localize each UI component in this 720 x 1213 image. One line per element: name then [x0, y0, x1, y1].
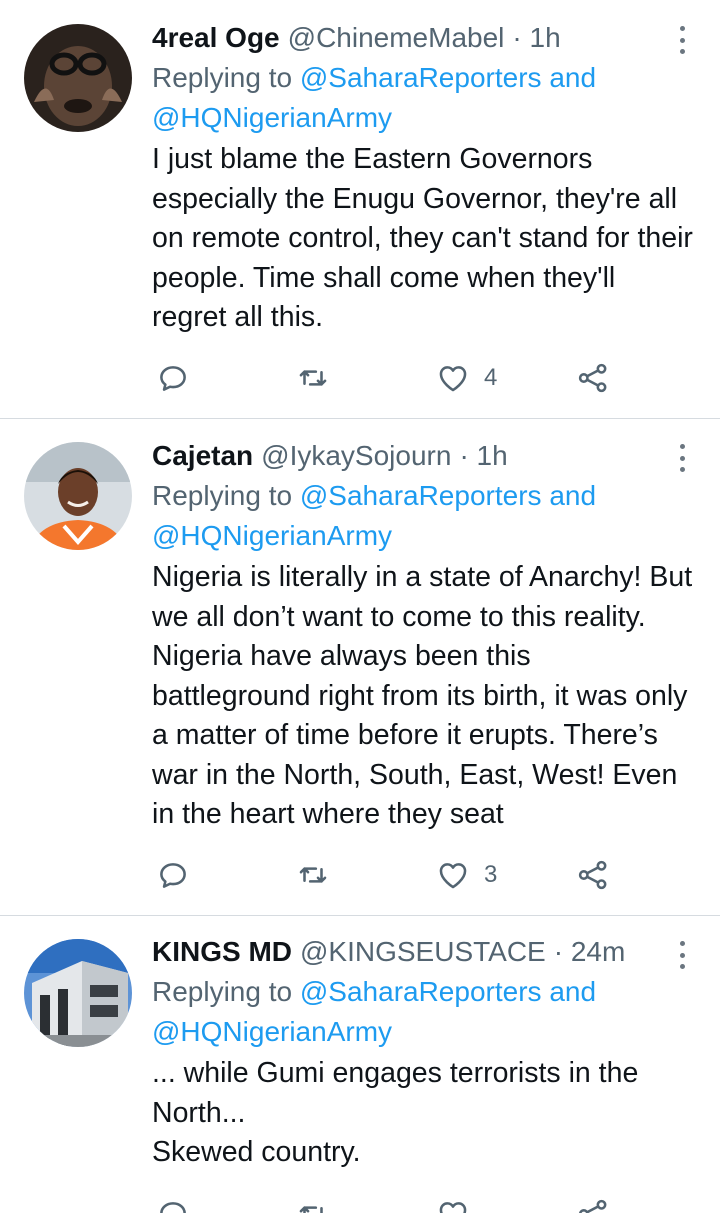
retweet-button[interactable]	[296, 358, 330, 398]
retweet-button[interactable]	[296, 855, 330, 895]
more-icon[interactable]	[672, 22, 692, 58]
tweet-feed: 4real Oge @ChinemeMabel · 1h Replying to…	[0, 0, 720, 1213]
tweet-header: Cajetan @IykaySojourn · 1h	[152, 436, 696, 476]
mention-link[interactable]: @SaharaReporters	[300, 976, 542, 1007]
avatar-image	[24, 442, 132, 550]
timestamp[interactable]: · 1h	[459, 436, 507, 476]
tweet-text: I just blame the Eastern Governors espec…	[152, 143, 693, 333]
reply-button[interactable]	[156, 358, 190, 398]
tweet-text: ... while Gumi engages terrorists in the…	[152, 1057, 639, 1168]
avatar-image	[24, 24, 132, 132]
like-button[interactable]: 4	[436, 358, 497, 398]
avatar-image	[24, 939, 132, 1047]
share-button[interactable]	[576, 358, 610, 398]
action-bar	[152, 1194, 622, 1213]
heart-icon	[439, 863, 467, 889]
retweet-button[interactable]	[296, 1194, 330, 1213]
share-icon	[578, 860, 607, 890]
replying-to-label: Replying to	[152, 976, 293, 1007]
retweet-icon	[299, 1206, 323, 1213]
display-name[interactable]: Cajetan	[152, 436, 253, 476]
reply-icon	[160, 863, 186, 888]
display-name[interactable]: 4real Oge	[152, 18, 280, 58]
replying-to: Replying to @SaharaReporters and @HQNige…	[152, 58, 696, 138]
replying-and[interactable]: and	[549, 62, 596, 93]
tweet-text: Nigeria is literally in a state of Anarc…	[152, 561, 693, 830]
replying-to: Replying to @SaharaReporters and @HQNige…	[152, 476, 696, 556]
avatar[interactable]	[24, 442, 132, 550]
share-icon	[578, 1199, 607, 1213]
heart-icon	[439, 366, 467, 392]
like-button[interactable]	[436, 1194, 484, 1213]
tweet-header: 4real Oge @ChinemeMabel · 1h	[152, 18, 696, 58]
user-handle[interactable]: @ChinemeMabel	[288, 18, 505, 58]
timestamp[interactable]: · 1h	[512, 18, 560, 58]
replying-to-label: Replying to	[152, 62, 293, 93]
mention-link[interactable]: @HQNigerianArmy	[152, 102, 392, 133]
reply-icon	[160, 366, 186, 391]
share-icon	[578, 363, 607, 393]
retweet-icon	[299, 867, 327, 883]
replying-to-label: Replying to	[152, 480, 293, 511]
mention-link[interactable]: @SaharaReporters	[300, 480, 542, 511]
reply-icon	[160, 1202, 186, 1213]
share-button[interactable]	[576, 1194, 610, 1213]
tweet[interactable]: Cajetan @IykaySojourn · 1h Replying to @…	[0, 419, 720, 916]
avatar[interactable]	[24, 24, 132, 132]
tweet-header: KINGS MD @KINGSEUSTACE · 24m	[152, 932, 696, 972]
display-name[interactable]: KINGS MD	[152, 932, 292, 972]
reply-button[interactable]	[156, 1194, 190, 1213]
action-bar: 4	[152, 358, 622, 398]
action-bar: 3	[152, 855, 622, 895]
like-count: 3	[484, 861, 498, 888]
timestamp[interactable]: · 24m	[554, 932, 626, 972]
reply-button[interactable]	[156, 855, 190, 895]
tweet[interactable]: KINGS MD @KINGSEUSTACE · 24m Replying to…	[0, 916, 720, 1213]
tweet[interactable]: 4real Oge @ChinemeMabel · 1h Replying to…	[0, 0, 720, 419]
user-handle[interactable]: @KINGSEUSTACE	[300, 932, 546, 972]
replying-and[interactable]: and	[549, 976, 596, 1007]
mention-link[interactable]: @SaharaReporters	[300, 62, 542, 93]
like-button[interactable]: 3	[436, 855, 497, 895]
replying-to: Replying to @SaharaReporters and @HQNige…	[152, 972, 696, 1052]
retweet-icon	[299, 370, 327, 386]
replying-and[interactable]: and	[549, 480, 596, 511]
share-button[interactable]	[576, 855, 610, 895]
heart-icon	[439, 1202, 467, 1213]
like-count: 4	[484, 364, 498, 391]
more-icon[interactable]	[672, 440, 692, 476]
avatar[interactable]	[24, 939, 132, 1047]
mention-link[interactable]: @HQNigerianArmy	[152, 1016, 392, 1047]
mention-link[interactable]: @HQNigerianArmy	[152, 520, 392, 551]
more-icon[interactable]	[672, 937, 692, 973]
user-handle[interactable]: @IykaySojourn	[261, 436, 451, 476]
